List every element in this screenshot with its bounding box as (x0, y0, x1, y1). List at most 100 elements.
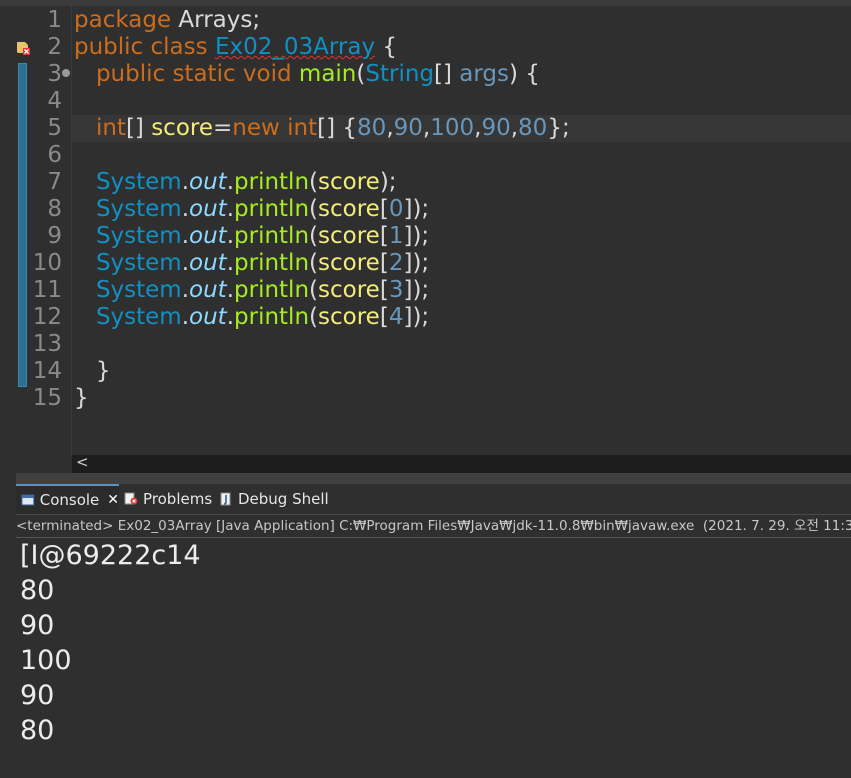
code-text: [ (379, 304, 389, 330)
code-text: [ (379, 250, 389, 276)
variable-name: score (151, 115, 214, 141)
code-line-println[interactable]: System.out.println(score[2]); (74, 250, 429, 277)
code-line-method-close[interactable]: } (74, 358, 111, 385)
code-text: , (386, 115, 394, 141)
output-line: 100 (20, 645, 72, 676)
variable-name: score (318, 250, 380, 276)
static-field: out (189, 277, 227, 303)
static-field: out (189, 169, 227, 195)
code-text: . (181, 304, 190, 330)
method-name: println (234, 277, 310, 303)
panel-divider[interactable] (0, 473, 851, 484)
number-literal: 100 (430, 115, 475, 141)
code-text: ( (309, 196, 319, 222)
type-name: String (365, 61, 435, 87)
code-line-println[interactable]: System.out.println(score[0]); (74, 196, 429, 223)
class-name: System (95, 250, 182, 276)
code-text: ( (309, 250, 319, 276)
number-literal: 0 (388, 196, 404, 222)
tab-debug-shell[interactable]: Debug Shell (219, 484, 339, 514)
horizontal-scrollbar[interactable]: < (72, 453, 851, 473)
keyword: class (150, 34, 208, 60)
output-line: 80 (20, 575, 55, 606)
code-text: ( (309, 223, 319, 249)
code-line-println[interactable]: System.out.println(score[3]); (74, 277, 429, 304)
code-text: ); (379, 169, 397, 195)
code-line-class-close[interactable]: } (74, 385, 89, 412)
keyword: public (95, 61, 166, 87)
method-name: println (234, 223, 310, 249)
keyword: new (232, 115, 280, 141)
code-line-class-decl[interactable]: public class Ex02_03Array { (74, 34, 397, 61)
console-status: <terminated> Ex02_03Array [Java Applicat… (16, 515, 851, 538)
code-text: . (226, 277, 235, 303)
type-keyword: int (95, 115, 126, 141)
code-line-package[interactable]: package Arrays; (74, 7, 260, 34)
code-text: { (375, 34, 398, 60)
code-text: . (181, 277, 190, 303)
output-line: 90 (20, 610, 55, 641)
variable-name: score (318, 169, 380, 195)
code-text: . (181, 223, 190, 249)
param-name: args (459, 61, 510, 87)
debug-shell-icon (220, 492, 231, 506)
class-name: System (95, 223, 182, 249)
tab-console[interactable]: Console ✕ (16, 484, 119, 514)
code-line-main-method[interactable]: public static void main(String[] args) { (74, 61, 540, 88)
code-line-println[interactable]: System.out.println(score[1]); (74, 223, 429, 250)
line-number: 1 (47, 7, 62, 33)
tab-problems[interactable]: Problems (124, 484, 220, 514)
line-number: 3 (47, 61, 62, 87)
code-text: } (74, 385, 89, 411)
close-icon[interactable]: ✕ (107, 492, 119, 508)
number-literal: 80 (357, 115, 387, 141)
static-field: out (189, 196, 227, 222)
code-line-println[interactable]: System.out.println(score); (74, 169, 397, 196)
fold-collapse-icon[interactable] (62, 69, 70, 77)
code-line-array-decl[interactable]: int[] score=new int[] {80,90,100,90,80}; (74, 115, 570, 142)
code-editor[interactable]: 1 2 3 4 5 6 7 8 9 10 11 12 13 14 15 pack… (0, 6, 851, 455)
code-text: [] (434, 61, 460, 87)
overview-margin (0, 6, 16, 455)
static-field: out (189, 250, 227, 276)
line-number: 14 (32, 358, 62, 384)
console-icon (21, 494, 35, 506)
keyword: static (172, 61, 236, 87)
tab-label: Debug Shell (238, 490, 329, 508)
code-text: ); (412, 304, 430, 330)
code-text: , (510, 115, 519, 141)
line-number: 5 (47, 115, 62, 141)
left-frame (0, 473, 16, 778)
code-text: ); (412, 277, 430, 303)
line-number: 6 (47, 142, 62, 168)
code-line-println[interactable]: System.out.println(score[4]); (74, 304, 429, 331)
code-text: = (213, 115, 233, 141)
code-text: . (226, 196, 235, 222)
code-text: [] (125, 115, 152, 141)
line-number: 11 (32, 277, 62, 303)
line-number: 9 (47, 223, 62, 249)
scroll-left-icon[interactable]: < (76, 453, 89, 471)
code-text: ); (412, 196, 430, 222)
line-number: 10 (32, 250, 62, 276)
number-literal: 1 (388, 223, 404, 249)
console-output[interactable]: [I@69222c14 80 90 100 90 80 (16, 538, 851, 778)
keyword: public (74, 34, 144, 60)
line-number: 8 (47, 196, 62, 222)
static-field: out (189, 223, 227, 249)
method-name: println (234, 304, 310, 330)
variable-name: score (318, 196, 380, 222)
output-line: [I@69222c14 (20, 540, 201, 571)
method-name: println (234, 250, 310, 276)
code-text: . (181, 169, 190, 195)
code-text: }; (547, 115, 570, 141)
code-text: [ (379, 223, 389, 249)
code-text: . (226, 250, 235, 276)
code-text: . (226, 223, 235, 249)
tab-label: Problems (143, 490, 213, 508)
